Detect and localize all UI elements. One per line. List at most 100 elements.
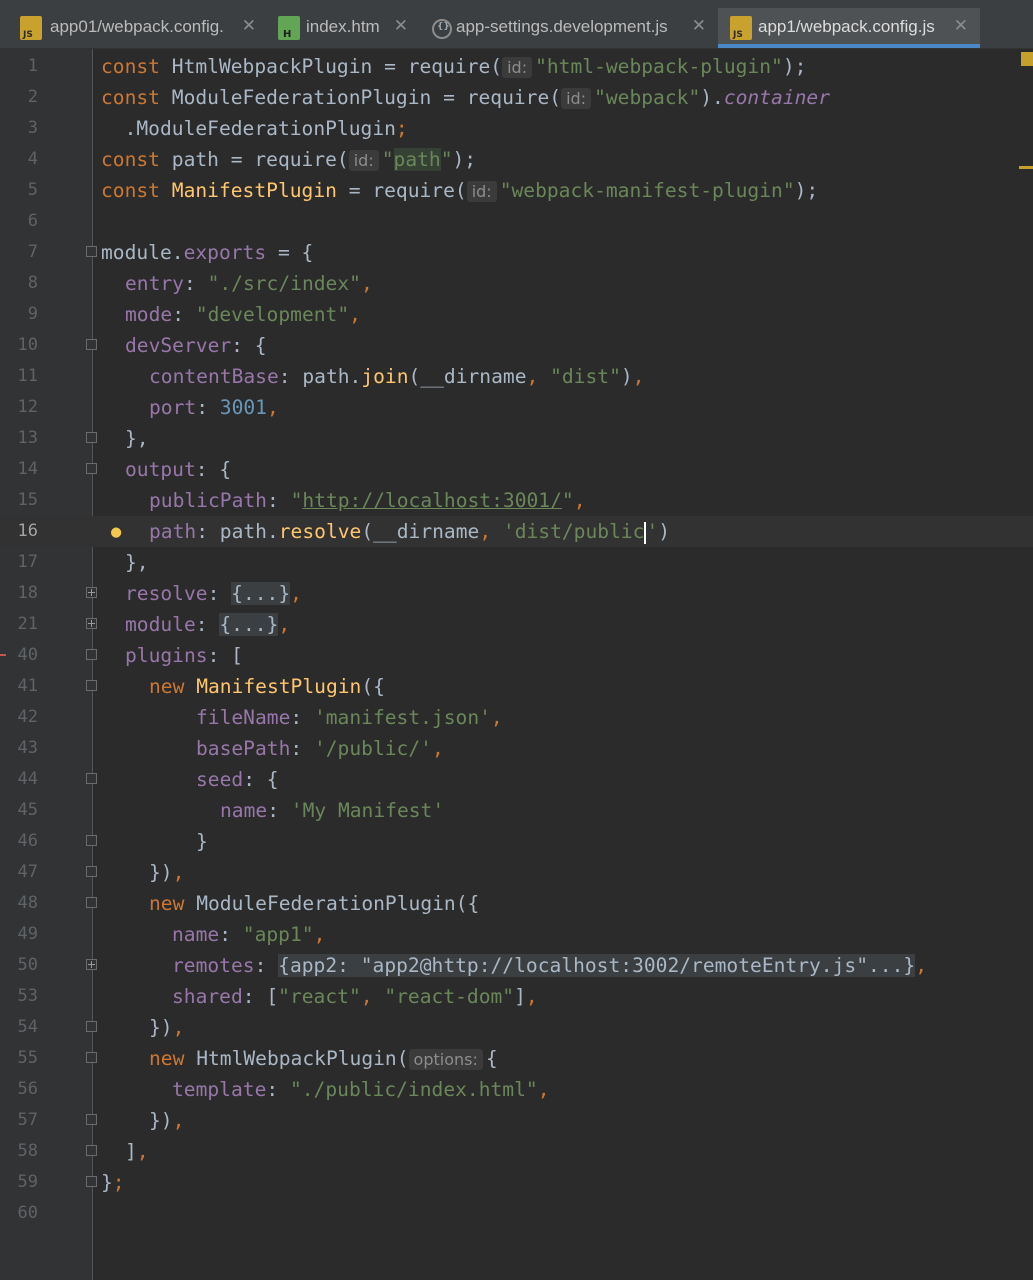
fold-toggle-icon[interactable]: [86, 680, 97, 691]
code-text: }),: [149, 1109, 185, 1132]
code-line-21: 21 module: {...},: [0, 609, 1033, 640]
code-line-59: 59 };: [0, 1167, 1033, 1198]
code-line-42: 42 fileName: 'manifest.json',: [0, 702, 1033, 733]
tab-label: app-settings.development.js: [456, 17, 668, 36]
code-line-7: 7 module.exports = {: [0, 237, 1033, 268]
expand-fold-icon[interactable]: [86, 587, 97, 598]
code-line-9: 9 mode: "development",: [0, 299, 1033, 330]
code-line-55: 55 new HtmlWebpackPlugin(options:{: [0, 1043, 1033, 1074]
code-text: }: [196, 830, 208, 853]
code-text: }),: [149, 1016, 185, 1039]
close-icon[interactable]: ✕: [394, 16, 408, 36]
code-line-5: 5 const ManifestPlugin = require(id: "web…: [0, 175, 1033, 206]
fold-toggle-icon[interactable]: [86, 1021, 97, 1032]
parameter-hint: id:: [348, 150, 379, 171]
line-number: 4: [27, 149, 38, 169]
line-number: 54: [17, 1017, 38, 1037]
code-text: mode: "development",: [125, 303, 361, 326]
fold-toggle-icon[interactable]: [86, 1114, 97, 1125]
fold-toggle-icon[interactable]: [86, 1176, 97, 1187]
code-text: basePath: '/public/',: [196, 737, 444, 760]
line-number: 55: [17, 1048, 38, 1068]
lightbulb-icon[interactable]: ●: [111, 522, 129, 542]
folded-region[interactable]: {app2: "app2@http://localhost:3002/remot…: [278, 954, 916, 977]
tab-app-settings-development[interactable]: {} app-settings.development.js ✕: [420, 8, 718, 48]
line-number: 8: [27, 273, 38, 293]
line-number: 58: [17, 1141, 38, 1161]
line-number: 57: [17, 1110, 38, 1130]
code-line-15: 15 publicPath: "http://localhost:3001/",: [0, 485, 1033, 516]
code-text: const ModuleFederationPlugin = require(i…: [101, 86, 831, 109]
close-icon[interactable]: ✕: [954, 16, 968, 36]
line-number: 47: [17, 862, 38, 882]
warning-marker-icon[interactable]: [1021, 52, 1033, 66]
fold-toggle-icon[interactable]: [86, 773, 97, 784]
code-line-56: 56 template: "./public/index.html",: [0, 1074, 1033, 1105]
url-link[interactable]: http://localhost:3001/: [302, 489, 562, 512]
line-number: 11: [17, 366, 38, 386]
fold-toggle-icon[interactable]: [86, 897, 97, 908]
code-line-2: 2 const ModuleFederationPlugin = require…: [0, 82, 1033, 113]
line-number: 18: [17, 583, 38, 603]
code-line-10: 10 devServer: {: [0, 330, 1033, 361]
parameter-hint: id:: [466, 181, 497, 202]
fold-toggle-icon[interactable]: [86, 339, 97, 350]
active-tab-indicator: [718, 44, 980, 48]
tab-app01-webpack-config[interactable]: JS app01/webpack.config. ✕: [0, 8, 270, 48]
code-text: const HtmlWebpackPlugin = require(id: "ht…: [101, 55, 807, 78]
code-text: shared: ["react", "react-dom"],: [172, 985, 538, 1008]
code-text: devServer: {: [125, 334, 267, 357]
line-number: 41: [17, 676, 38, 696]
fold-toggle-icon[interactable]: [86, 246, 97, 257]
line-number: 45: [17, 800, 38, 820]
fold-toggle-icon[interactable]: [86, 1052, 97, 1063]
line-number: 21: [17, 614, 38, 634]
code-text: contentBase: path.join(__dirname, "dist"…: [149, 365, 645, 388]
line-number: 5: [27, 180, 38, 200]
code-line-8: 8 entry: "./src/index",: [0, 268, 1033, 299]
code-line-40: 40 plugins: [: [0, 640, 1033, 671]
fold-toggle-icon[interactable]: [86, 649, 97, 660]
code-line-58: 58 ],: [0, 1136, 1033, 1167]
line-number: 10: [17, 335, 38, 355]
line-number: 14: [17, 459, 38, 479]
fold-toggle-icon[interactable]: [86, 432, 97, 443]
line-number: 44: [17, 769, 38, 789]
expand-fold-icon[interactable]: [86, 959, 97, 970]
code-line-43: 43 basePath: '/public/',: [0, 733, 1033, 764]
fold-toggle-icon[interactable]: [86, 866, 97, 877]
code-text: path: path.resolve(__dirname, 'dist/publ…: [149, 520, 671, 544]
parameter-hint: id:: [561, 88, 592, 109]
expand-fold-icon[interactable]: [86, 618, 97, 629]
settings-json-file-icon: {}: [432, 19, 452, 39]
code-text: plugins: [: [125, 644, 243, 667]
code-line-45: 45 name: 'My Manifest': [0, 795, 1033, 826]
code-line-1: 1 const HtmlWebpackPlugin = require(id: "…: [0, 51, 1033, 82]
fold-toggle-icon[interactable]: [86, 463, 97, 474]
scrollbar-marker[interactable]: [1019, 166, 1033, 169]
folded-region[interactable]: {...}: [231, 582, 291, 605]
tab-index-htm[interactable]: H index.htm ✕: [270, 8, 420, 48]
code-line-47: 47 }),: [0, 857, 1033, 888]
line-number: 56: [17, 1079, 38, 1099]
line-number: 1: [27, 56, 38, 76]
code-editor[interactable]: 1 const HtmlWebpackPlugin = require(id: "…: [0, 49, 1033, 1280]
code-line-57: 57 }),: [0, 1105, 1033, 1136]
tab-app1-webpack-config[interactable]: JS app1/webpack.config.js ✕: [718, 8, 980, 48]
code-text: }),: [149, 861, 185, 884]
close-icon[interactable]: ✕: [692, 16, 706, 36]
fold-toggle-icon[interactable]: [86, 835, 97, 846]
code-line-4: 4 const path = require(id: "path");: [0, 144, 1033, 175]
code-line-16-current: 16 ● path: path.resolve(__dirname, 'dist…: [0, 516, 1033, 547]
line-number: 6: [27, 211, 38, 231]
code-line-46: 46 }: [0, 826, 1033, 857]
line-number: 42: [17, 707, 38, 727]
parameter-hint: id:: [502, 57, 533, 78]
line-number: 12: [17, 397, 38, 417]
line-number: 9: [27, 304, 38, 324]
code-text: name: "app1",: [172, 923, 326, 946]
folded-region[interactable]: {...}: [219, 613, 279, 636]
close-icon[interactable]: ✕: [242, 16, 256, 36]
code-line-41: 41 new ManifestPlugin({: [0, 671, 1033, 702]
fold-toggle-icon[interactable]: [86, 1145, 97, 1156]
